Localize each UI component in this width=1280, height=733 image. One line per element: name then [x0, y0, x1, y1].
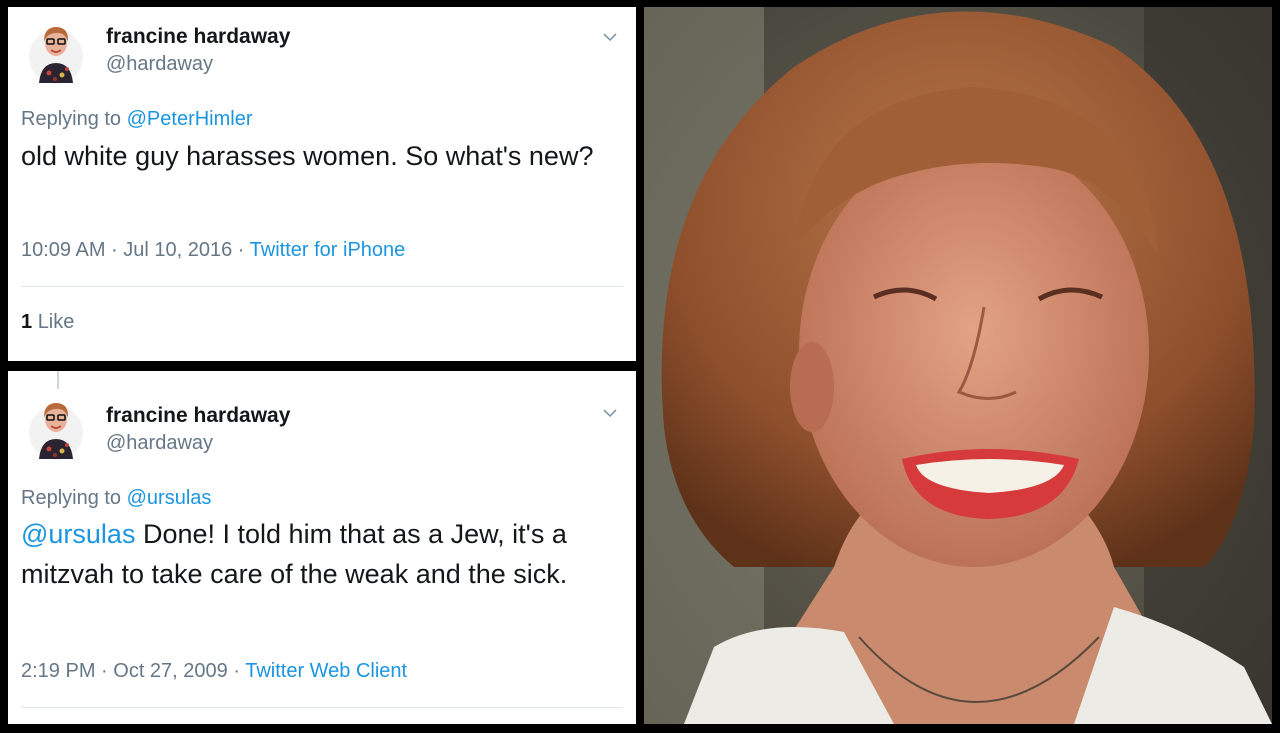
author-handle[interactable]: @hardaway — [106, 432, 213, 455]
portrait-photo — [644, 7, 1272, 724]
tweet-text: old white guy harasses women. So what's … — [21, 141, 594, 171]
chevron-down-icon[interactable] — [602, 405, 618, 421]
tweet-meta: 10:09 AM · Jul 10, 2016 · Twitter for iP… — [21, 239, 405, 262]
text-mention-link[interactable]: @ursulas — [21, 519, 135, 549]
tweet-timestamp[interactable]: 10:09 AM · Jul 10, 2016 · — [21, 239, 244, 261]
tweet-meta: 2:19 PM · Oct 27, 2009 · Twitter Web Cli… — [21, 660, 407, 683]
likes-count: 1 — [21, 311, 33, 333]
tweet-card-2: francine hardaway @hardaway Replying to … — [8, 371, 636, 724]
divider — [21, 286, 623, 287]
likes-stat[interactable]: 1 Like — [21, 311, 74, 334]
tweet-source-link[interactable]: Twitter for iPhone — [250, 239, 406, 261]
replying-prefix: Replying to — [21, 487, 122, 509]
author-name[interactable]: francine hardaway — [106, 404, 290, 428]
divider — [21, 707, 623, 708]
avatar[interactable] — [29, 17, 83, 85]
tweet-card-1: francine hardaway @hardaway Replying to … — [8, 7, 636, 361]
author-name[interactable]: francine hardaway — [106, 25, 290, 49]
tweet-source-link[interactable]: Twitter Web Client — [245, 660, 407, 682]
thread-connector-line — [57, 371, 59, 389]
likes-label: Like — [37, 311, 75, 333]
replying-mention-link[interactable]: @ursulas — [127, 487, 212, 509]
replying-mention-link[interactable]: @PeterHimler — [127, 108, 253, 130]
replying-to: Replying to @PeterHimler — [21, 108, 253, 131]
chevron-down-icon[interactable] — [602, 29, 618, 45]
replying-prefix: Replying to — [21, 108, 122, 130]
tweet-text: @ursulas Done! I told him that as a Jew,… — [21, 514, 621, 594]
replying-to: Replying to @ursulas — [21, 487, 211, 510]
avatar[interactable] — [29, 393, 83, 461]
tweet-timestamp[interactable]: 2:19 PM · Oct 27, 2009 · — [21, 660, 240, 682]
author-handle[interactable]: @hardaway — [106, 53, 213, 76]
